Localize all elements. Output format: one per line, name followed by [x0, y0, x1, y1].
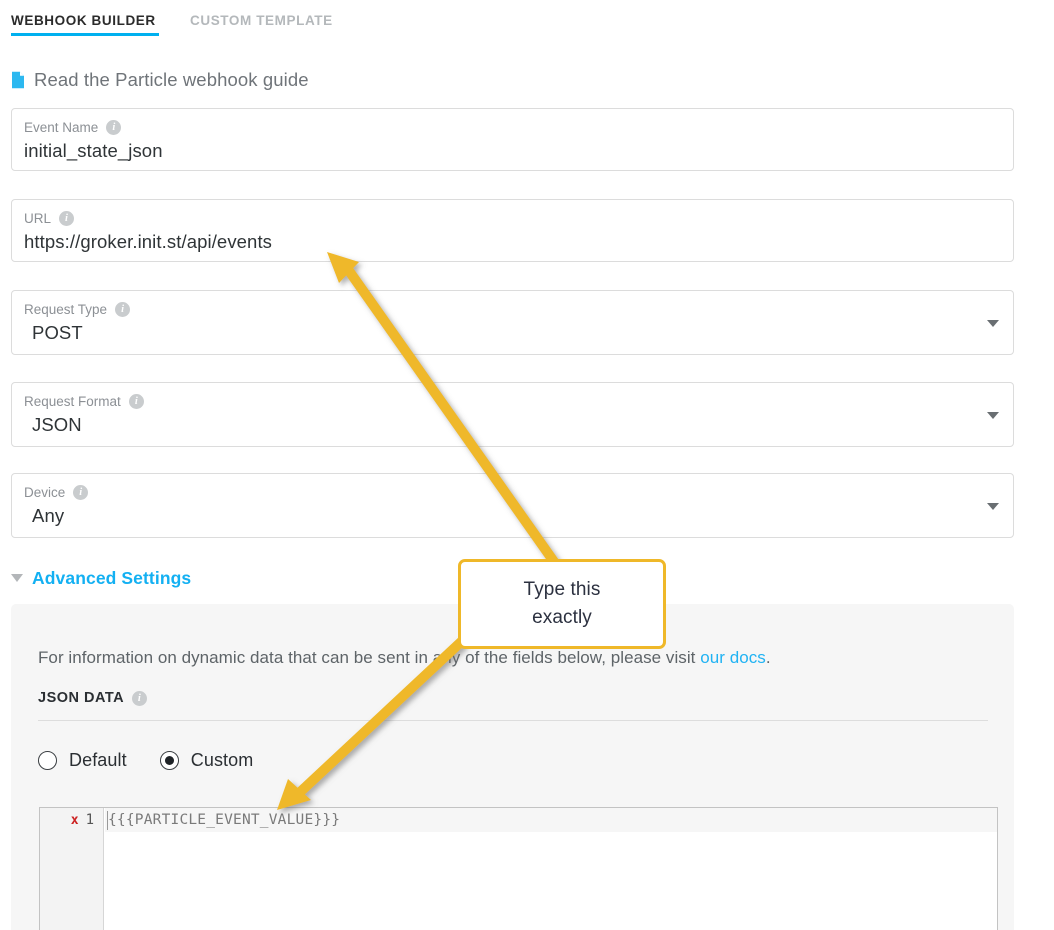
radio-circle-default[interactable]	[38, 751, 57, 770]
request-type-label: Request Type i	[24, 302, 131, 317]
editor-code-text[interactable]: {{{PARTICLE_EVENT_VALUE}}}	[108, 812, 340, 828]
tab-custom-template-label: CUSTOM TEMPLATE	[190, 13, 333, 28]
request-format-label-text: Request Format	[24, 394, 121, 409]
device-label: Device i	[24, 485, 89, 500]
event-name-label: Event Name i	[24, 120, 122, 135]
request-type-label-text: Request Type	[24, 302, 108, 317]
radio-option-default[interactable]: Default	[38, 750, 127, 771]
info-icon[interactable]: i	[115, 302, 131, 317]
tab-custom-template[interactable]: CUSTOM TEMPLATE	[190, 13, 333, 28]
request-format-label: Request Format i	[24, 394, 144, 409]
url-value[interactable]: https://groker.init.st/api/events	[24, 231, 272, 253]
tab-active-underline	[11, 33, 159, 36]
editor-active-line[interactable]: {{{PARTICLE_EVENT_VALUE}}}	[105, 808, 997, 832]
advanced-settings-toggle[interactable]: Advanced Settings	[11, 566, 191, 590]
request-format-select[interactable]: Request Format i JSON	[11, 382, 1014, 447]
json-code-editor[interactable]: x 1 {{{PARTICLE_EVENT_VALUE}}}	[39, 807, 998, 930]
device-label-text: Device	[24, 485, 66, 500]
error-marker-icon[interactable]: x	[71, 813, 79, 828]
event-name-value[interactable]: initial_state_json	[24, 140, 163, 162]
event-name-label-text: Event Name	[24, 120, 99, 135]
info-icon[interactable]: i	[132, 690, 148, 706]
webhook-guide-label: Read the Particle webhook guide	[34, 69, 309, 90]
device-value: Any	[32, 505, 65, 526]
editor-line-number: 1	[85, 812, 94, 828]
document-icon	[12, 71, 24, 89]
request-format-value: JSON	[32, 414, 82, 435]
chevron-down-icon[interactable]	[987, 502, 999, 510]
chevron-down-icon[interactable]	[987, 319, 999, 327]
url-field[interactable]: URL i https://groker.init.st/api/events	[11, 199, 1014, 262]
tab-webhook-builder[interactable]: WEBHOOK BUILDER	[11, 13, 159, 36]
advanced-settings-intro: For information on dynamic data that can…	[38, 648, 771, 668]
info-icon[interactable]: i	[59, 211, 75, 226]
triangle-down-icon	[11, 574, 23, 582]
request-type-value: POST	[32, 322, 83, 343]
json-data-heading: JSON DATA i	[38, 690, 148, 706]
radio-label-default: Default	[69, 750, 127, 770]
json-data-heading-text: JSON DATA	[38, 690, 125, 706]
annotation-callout-line-2: exactly	[532, 607, 592, 628]
tab-bar: WEBHOOK BUILDER CUSTOM TEMPLATE	[0, 0, 1054, 40]
annotation-callout-line-1: Type this	[523, 579, 601, 601]
editor-gutter: x 1	[40, 808, 104, 930]
radio-option-custom[interactable]: Custom	[159, 750, 254, 771]
info-icon[interactable]: i	[106, 120, 122, 135]
event-name-field[interactable]: Event Name i initial_state_json	[11, 108, 1014, 171]
radio-circle-custom[interactable]	[159, 751, 179, 770]
info-icon[interactable]: i	[128, 394, 144, 409]
our-docs-link[interactable]: our docs	[700, 648, 766, 667]
json-data-mode-radiogroup: Default Custom	[38, 750, 286, 771]
radio-label-custom: Custom	[190, 750, 254, 770]
json-data-divider	[38, 720, 988, 721]
chevron-down-icon[interactable]	[987, 411, 999, 419]
intro-suffix-text: .	[765, 648, 771, 667]
advanced-settings-panel: For information on dynamic data that can…	[11, 604, 1014, 930]
url-label-text: URL	[24, 211, 52, 226]
request-type-select[interactable]: Request Type i POST	[11, 290, 1014, 355]
tab-webhook-builder-label: WEBHOOK BUILDER	[11, 13, 156, 28]
info-icon[interactable]: i	[73, 485, 89, 500]
annotation-callout: Type this exactly	[458, 559, 666, 649]
advanced-settings-title: Advanced Settings	[32, 567, 192, 588]
device-select[interactable]: Device i Any	[11, 473, 1014, 538]
intro-prefix-text: For information on dynamic data that can…	[38, 648, 701, 667]
webhook-guide-link[interactable]: Read the Particle webhook guide	[11, 67, 309, 93]
url-label: URL i	[24, 211, 75, 226]
editor-gutter-row: x 1	[40, 808, 104, 832]
